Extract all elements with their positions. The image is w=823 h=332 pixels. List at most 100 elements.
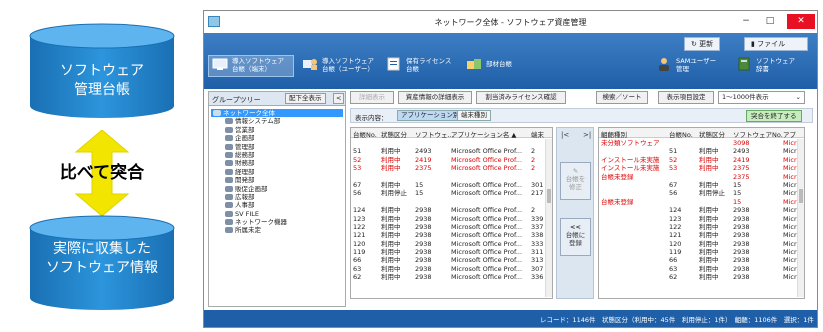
tree-node[interactable]: 企画部 bbox=[211, 134, 343, 142]
tree-node[interactable]: 所属未定 bbox=[211, 226, 343, 234]
column-header[interactable]: 状態区分 bbox=[699, 129, 725, 139]
tree-node[interactable]: 管理部 bbox=[211, 143, 343, 151]
table-row[interactable]: 121 利用中 2938 Microsoft Office Prof... 338 bbox=[351, 231, 552, 239]
search-sort-button[interactable]: 検索／ソート bbox=[596, 91, 648, 104]
group-icon bbox=[225, 202, 233, 209]
register-ledger-button[interactable]: << 台帳に 登録 bbox=[560, 218, 591, 256]
table-cell: Microsoft Office Prof... bbox=[451, 155, 523, 164]
license-ledger-icon bbox=[386, 57, 402, 71]
group-icon bbox=[225, 126, 233, 133]
table-row[interactable] bbox=[351, 173, 552, 181]
table-row[interactable]: 122 利用中 2938 Micr bbox=[599, 223, 804, 231]
column-header[interactable]: 台帳No. bbox=[353, 129, 377, 139]
fix-ledger-button[interactable]: ✎ 台帳を 修正 bbox=[560, 162, 591, 200]
table-row[interactable]: 123 利用中 2938 Microsoft Office Prof... 339 bbox=[351, 215, 552, 223]
table-row[interactable]: 119 利用中 2938 Micr bbox=[599, 248, 804, 256]
tree-node[interactable]: 営業部 bbox=[211, 126, 343, 134]
table-row[interactable]: 124 利用中 2938 Micr bbox=[599, 206, 804, 214]
table-row[interactable]: 63 利用中 2938 Microsoft Office Prof... 307 bbox=[351, 265, 552, 273]
table-row[interactable]: インストール未実施 52 利用中 2419 Micr bbox=[599, 156, 804, 164]
table-row[interactable]: 51 利用中 2493 Micr bbox=[599, 147, 804, 155]
table-cell: インストール未実施 bbox=[601, 164, 660, 173]
table-row[interactable]: 56 利用停止 15 Microsoft Office Prof... 217 bbox=[351, 189, 552, 197]
column-header[interactable]: アプリケーション名 ▲ bbox=[451, 129, 516, 139]
table-row[interactable]: 121 利用中 2938 Micr bbox=[599, 231, 804, 239]
license-check-button[interactable]: 割当済みライセンス確認 bbox=[476, 91, 566, 104]
tree-node[interactable]: 情報システム部 bbox=[211, 117, 343, 125]
column-header[interactable]: ソフトウェアNo. bbox=[733, 129, 783, 139]
table-row[interactable]: 56 利用停止 15 Micr bbox=[599, 189, 804, 197]
table-row[interactable]: 52 利用中 2419 Microsoft Office Prof... 2 bbox=[351, 156, 552, 164]
table-row[interactable]: 120 利用中 2938 Microsoft Office Prof... 333 bbox=[351, 240, 552, 248]
table-row[interactable]: 67 利用中 15 Microsoft Office Prof... 301 bbox=[351, 181, 552, 189]
table-cell: Microsoft Office Prof... bbox=[451, 189, 523, 198]
tree-node[interactable]: 財務部 bbox=[211, 159, 343, 167]
table-row[interactable]: 124 利用中 2938 Microsoft Office Prof... 2 bbox=[351, 206, 552, 214]
file-button[interactable]: ▮ ファイル bbox=[744, 37, 808, 51]
table-row[interactable]: 66 利用中 2938 Microsoft Office Prof... 313 bbox=[351, 256, 552, 264]
table-row[interactable]: 123 利用中 2938 Micr bbox=[599, 215, 804, 223]
tree-node[interactable]: 総務部 bbox=[211, 151, 343, 159]
tree-node-label: 開発部 bbox=[235, 176, 255, 185]
maximize-button[interactable]: □ bbox=[759, 14, 781, 29]
scrollbar-thumb[interactable] bbox=[799, 189, 803, 203]
column-header[interactable]: 端末 bbox=[531, 129, 544, 139]
table-cell: 2938 bbox=[415, 273, 432, 282]
tree-node[interactable]: 経理部 bbox=[211, 168, 343, 176]
table-cell: 3098 bbox=[733, 139, 750, 147]
table-cell: 63 bbox=[353, 264, 362, 273]
tree-node[interactable]: 開発部 bbox=[211, 176, 343, 184]
group-icon bbox=[225, 227, 233, 234]
table-row[interactable]: 未分類ソフトウェア 3098 Micr bbox=[599, 139, 804, 147]
tab-by-application[interactable]: アプリケーション別 bbox=[397, 110, 464, 121]
display-count-select[interactable]: 1〜1000件表示 ⌄ bbox=[718, 91, 805, 104]
column-header[interactable]: 台帳No. bbox=[669, 129, 693, 139]
table-row[interactable]: 66 利用中 2938 Micr bbox=[599, 256, 804, 264]
table-row[interactable]: 53 利用中 2375 Microsoft Office Prof... 2 bbox=[351, 164, 552, 172]
table-row[interactable]: 63 利用中 2938 Micr bbox=[599, 265, 804, 273]
table-row[interactable]: 台帳未登録 15 Micr bbox=[599, 198, 804, 206]
table-row[interactable] bbox=[351, 198, 552, 206]
nav-first-button[interactable]: |< bbox=[561, 131, 569, 139]
detail-view-button[interactable]: 詳細表示 bbox=[350, 91, 394, 104]
column-header[interactable]: アプ bbox=[783, 129, 796, 139]
table-row[interactable]: インストール未実施 53 利用中 2375 Micr bbox=[599, 164, 804, 172]
ledger-scrollbar[interactable] bbox=[545, 139, 552, 297]
table-row[interactable]: 120 利用中 2938 Micr bbox=[599, 240, 804, 248]
column-settings-button[interactable]: 表示項目設定 bbox=[658, 91, 714, 104]
collected-scrollbar[interactable] bbox=[797, 139, 804, 297]
tab-by-terminal-type[interactable]: 端末種別 bbox=[457, 110, 491, 121]
table-cell: 利用停止 bbox=[381, 189, 407, 198]
table-row[interactable]: 67 利用中 15 Micr bbox=[599, 181, 804, 189]
close-button[interactable]: ✕ bbox=[787, 14, 815, 29]
nav-last-button[interactable]: >| bbox=[583, 131, 591, 139]
column-header[interactable]: 齟齬種別 bbox=[601, 129, 627, 139]
scrollbar-thumb[interactable] bbox=[547, 189, 551, 203]
table-cell: 2938 bbox=[415, 206, 432, 215]
table-cell: 利用中 bbox=[699, 164, 719, 173]
group-icon bbox=[225, 160, 233, 167]
fix-ledger-line1: 台帳を bbox=[565, 175, 586, 183]
expand-all-button[interactable]: 配下全表示 bbox=[285, 93, 326, 104]
finish-reconcile-button[interactable]: 突合を終了する bbox=[746, 110, 802, 122]
tree-node[interactable]: ネットワーク機器 bbox=[211, 218, 343, 226]
tree-node[interactable]: 人事部 bbox=[211, 201, 343, 209]
column-header[interactable]: ソフトウェ... bbox=[415, 129, 454, 139]
table-row[interactable]: 122 利用中 2938 Microsoft Office Prof... 337 bbox=[351, 223, 552, 231]
tree-node[interactable]: 広報部 bbox=[211, 193, 343, 201]
minimize-button[interactable]: − bbox=[735, 14, 757, 29]
tree-node[interactable]: SV FILE bbox=[211, 210, 343, 218]
table-row[interactable] bbox=[351, 139, 552, 147]
title-bar[interactable]: ネットワーク全体 - ソフトウェア資産管理 − □ ✕ bbox=[204, 11, 817, 33]
table-cell: 2419 bbox=[733, 155, 750, 164]
collapse-panel-button[interactable]: < bbox=[333, 93, 344, 104]
asset-detail-button[interactable]: 資産情報の詳細表示 bbox=[398, 91, 472, 104]
table-row[interactable]: 台帳未登録 2375 Micr bbox=[599, 173, 804, 181]
refresh-button[interactable]: ↻ 更新 bbox=[684, 37, 721, 51]
table-row[interactable]: 62 利用中 2938 Microsoft Office Prof... 336 bbox=[351, 273, 552, 281]
tree-node[interactable]: 販促企画部 bbox=[211, 185, 343, 193]
table-row[interactable]: 51 利用中 2493 Microsoft Office Prof... 2 bbox=[351, 147, 552, 155]
table-row[interactable]: 119 利用中 2938 Microsoft Office Prof... 311 bbox=[351, 248, 552, 256]
table-row[interactable]: 62 利用中 2938 Micr bbox=[599, 273, 804, 281]
column-header[interactable]: 状態区分 bbox=[381, 129, 407, 139]
